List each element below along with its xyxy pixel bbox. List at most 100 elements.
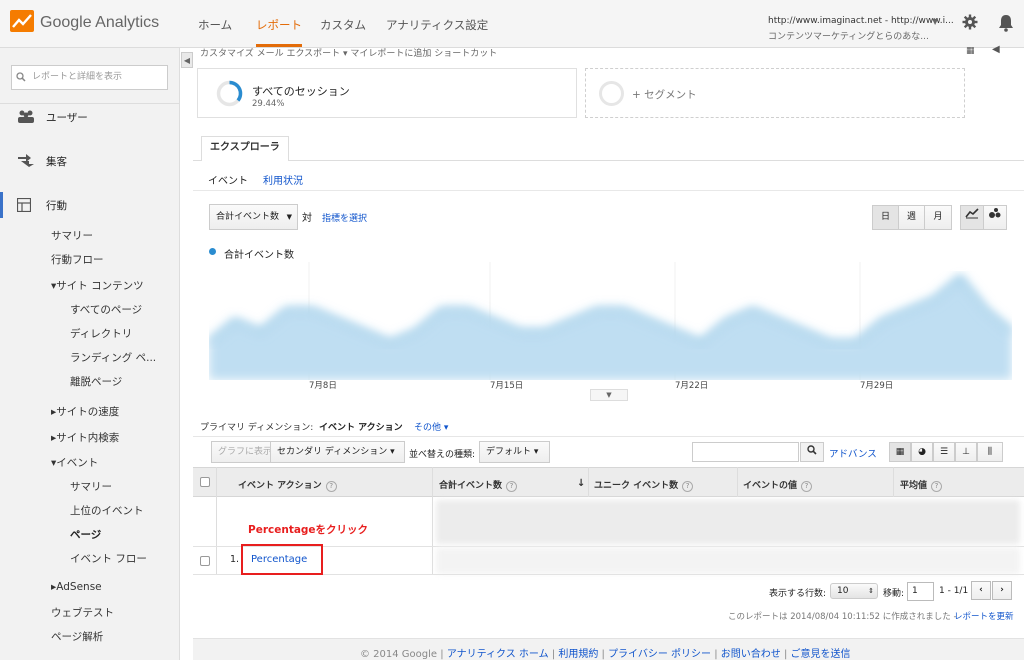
nav-reports[interactable]: レポート: [256, 17, 302, 47]
share-icon[interactable]: ◀: [992, 44, 1000, 55]
pivot-view-button[interactable]: ⫼: [977, 442, 1003, 462]
header-event-value[interactable]: イベントの値?: [743, 478, 813, 492]
rows-per-page-label: 表示する行数:: [769, 589, 827, 599]
rows-per-page-select[interactable]: 10 ⇕: [830, 583, 878, 599]
sidebar-item-event-pages[interactable]: ページ: [70, 527, 101, 542]
metric-select[interactable]: 合計イベント数 ▼: [209, 204, 298, 230]
header-total-events[interactable]: 合計イベント数?: [439, 478, 518, 492]
period-day-button[interactable]: 日: [872, 205, 899, 230]
help-icon[interactable]: ?: [506, 481, 518, 492]
account-url[interactable]: http://www.imaginact.net - http://www.i.…: [768, 16, 954, 26]
help-icon[interactable]: ?: [801, 481, 813, 492]
advanced-filter-link[interactable]: アドバンス: [829, 446, 877, 460]
sidebar-collapse-button[interactable]: ◀: [181, 52, 193, 68]
goto-page-input[interactable]: 1: [907, 582, 934, 601]
performance-view-button[interactable]: ☰: [933, 442, 955, 462]
header-unique-events[interactable]: ユニーク イベント数?: [594, 478, 694, 492]
bell-icon[interactable]: [998, 14, 1014, 32]
pie-view-button[interactable]: ◕: [911, 442, 933, 462]
sidebar-item-all-pages[interactable]: すべてのページ: [70, 302, 142, 317]
sidebar-item-web-test[interactable]: ウェブテスト: [51, 605, 114, 620]
chart-resize-handle[interactable]: ▼: [590, 389, 628, 401]
nav-home[interactable]: ホーム: [198, 17, 232, 33]
account-property[interactable]: コンテンツマーケティングとらのあな...: [768, 29, 929, 42]
subtab-usage[interactable]: 利用状況: [263, 172, 303, 187]
sidebar-item-adsense[interactable]: ▸AdSense: [51, 581, 102, 593]
sidebar-item-site-search[interactable]: ▸サイト内検索: [51, 430, 119, 445]
period-month-button[interactable]: 月: [924, 205, 952, 230]
header-avg-value[interactable]: 平均値?: [900, 478, 943, 492]
sidebar-item-behavior-flow[interactable]: 行動フロー: [51, 252, 104, 267]
row-checkbox[interactable]: [200, 556, 210, 566]
header-label: イベントの値: [743, 481, 798, 491]
report-toolbar[interactable]: カスタマイズ メール エクスポート ▾ マイレポートに追加 ショートカット: [200, 46, 497, 59]
sidebar-item-acquisition[interactable]: 集客: [46, 154, 67, 169]
report-search-input[interactable]: レポートと詳細を表示: [11, 65, 168, 90]
tab-explorer[interactable]: エクスプローラ: [201, 136, 289, 161]
select-metric-link[interactable]: 指標を選択: [322, 211, 367, 224]
motion-chart-button[interactable]: [983, 205, 1007, 230]
sidebar-item-event-flow[interactable]: イベント フロー: [70, 551, 147, 566]
sidebar-item-exit[interactable]: 離脱ページ: [70, 374, 122, 389]
plot-rows-button[interactable]: グラフに表示: [211, 441, 280, 463]
other-dimension-link[interactable]: その他 ▾: [414, 420, 448, 433]
sidebar-divider: [0, 103, 180, 104]
footer-link-terms[interactable]: 利用規約: [558, 649, 598, 660]
row-number: 1.: [230, 554, 240, 565]
help-icon[interactable]: ?: [682, 481, 694, 492]
sidebar-item-page-analysis[interactable]: ページ解析: [51, 629, 103, 644]
subtab-event[interactable]: イベント: [208, 172, 248, 187]
sort-type-label: 並べ替えの種類:: [409, 450, 476, 460]
table-view-button[interactable]: ▦: [889, 442, 911, 462]
footer-link-feedback[interactable]: ご意見を送信: [791, 649, 851, 660]
header-label: 合計イベント数: [439, 481, 503, 491]
gear-icon[interactable]: [962, 14, 978, 30]
sidebar-item-landing[interactable]: ランディング ペ...: [70, 350, 156, 365]
column-divider: [588, 467, 589, 497]
footer-link-contact[interactable]: お問い合わせ: [721, 649, 781, 660]
comparison-view-button[interactable]: ⊥: [955, 442, 977, 462]
segment-ring-icon: [216, 80, 243, 107]
footer-link-home[interactable]: アナリティクス ホーム: [447, 649, 549, 660]
primary-dimension-value: イベント アクション: [319, 423, 403, 433]
nav-admin[interactable]: アナリティクス設定: [386, 17, 488, 33]
sidebar-item-behavior[interactable]: 行動: [46, 198, 67, 213]
chevron-down-icon: ▼: [286, 213, 292, 221]
sidebar-item-summary[interactable]: サマリー: [51, 228, 93, 243]
nav-custom[interactable]: カスタム: [320, 17, 366, 33]
sidebar-item-event-summary[interactable]: サマリー: [70, 479, 112, 494]
header-event-action[interactable]: イベント アクション?: [238, 478, 337, 492]
account-dropdown-icon[interactable]: ▼: [932, 17, 938, 26]
row-link-percentage[interactable]: Percentage: [251, 554, 307, 565]
sort-type-select[interactable]: デフォルト ▾: [479, 441, 550, 463]
help-icon[interactable]: ?: [325, 481, 337, 492]
table-search-input[interactable]: [692, 442, 799, 462]
stepper-icon: ⇕: [868, 587, 874, 595]
line-chart-icon: [965, 208, 979, 219]
table-search-button[interactable]: [800, 442, 824, 462]
sidebar-item-top-events[interactable]: 上位のイベント: [70, 503, 144, 518]
sidebar-item-site-speed[interactable]: ▸サイトの速度: [51, 404, 119, 419]
grid-view-icon[interactable]: ▦: [966, 46, 975, 56]
sidebar-item-users[interactable]: ユーザー: [46, 110, 88, 125]
table-view-icon: ▦: [895, 447, 905, 457]
select-all-checkbox[interactable]: [200, 477, 210, 487]
footer-link-privacy[interactable]: プライバシー ポリシー: [608, 649, 711, 660]
sidebar-item-events[interactable]: ▾イベント: [51, 455, 98, 470]
period-week-button[interactable]: 週: [898, 205, 925, 230]
refresh-report-link[interactable]: レポートを更新: [954, 610, 1014, 622]
bubble-chart-icon: [989, 208, 1001, 218]
sidebar-item-site-content[interactable]: ▾サイト コンテンツ: [51, 278, 144, 293]
search-icon: [807, 445, 817, 455]
logo-text[interactable]: Google Analytics: [40, 14, 159, 32]
help-icon[interactable]: ?: [931, 481, 943, 492]
secondary-dimension-button[interactable]: セカンダリ ディメンション ▾: [270, 441, 405, 463]
prev-page-button[interactable]: ‹: [971, 581, 991, 600]
event-chart[interactable]: [209, 262, 1012, 380]
analytics-logo-icon[interactable]: [10, 10, 34, 32]
chevron-right-icon: ›: [1000, 585, 1004, 595]
line-chart-button[interactable]: [960, 205, 984, 230]
users-icon: [18, 110, 34, 123]
next-page-button[interactable]: ›: [992, 581, 1012, 600]
sidebar-item-directory[interactable]: ディレクトリ: [70, 326, 132, 341]
